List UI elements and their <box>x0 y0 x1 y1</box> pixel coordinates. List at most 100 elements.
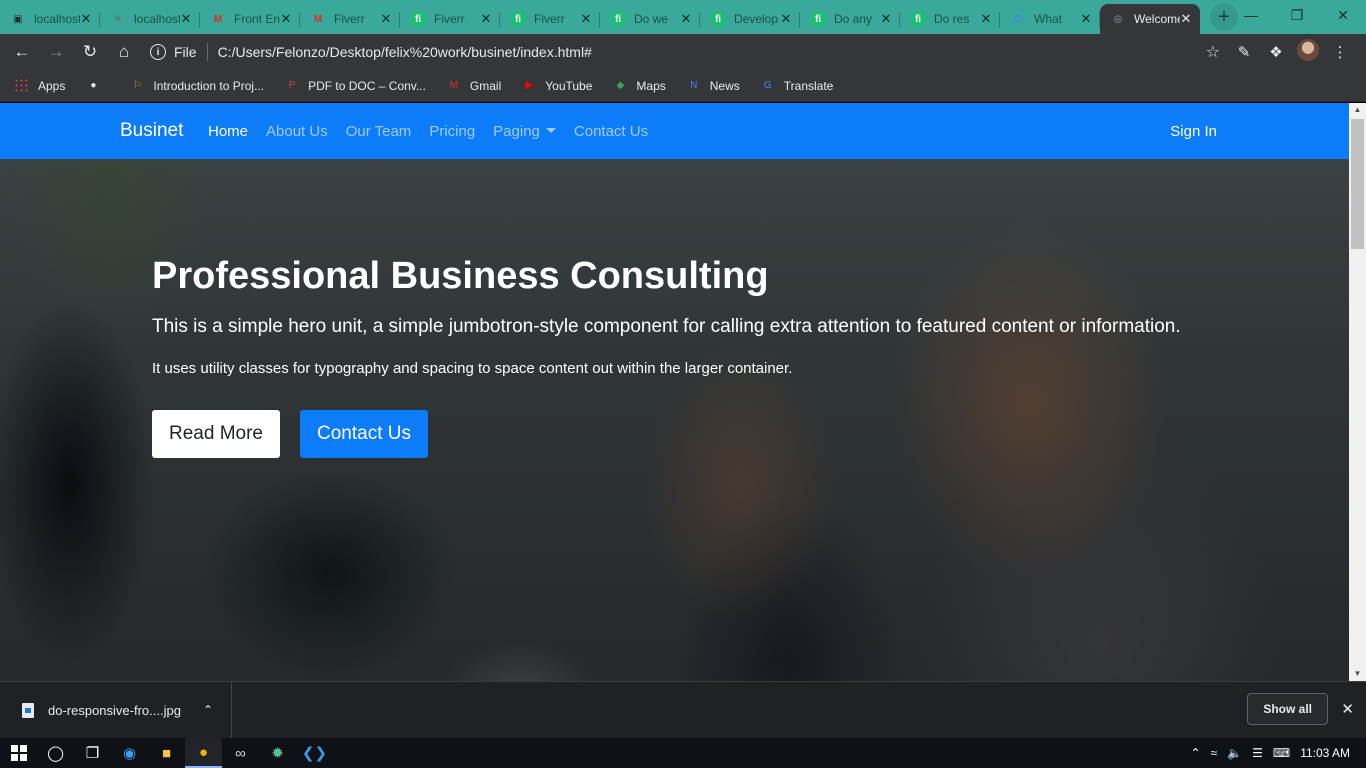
notification-icon[interactable]: ☰ <box>1252 746 1263 760</box>
menu-icon[interactable]: ⋮ <box>1324 43 1356 61</box>
restore-icon[interactable]: ❐ <box>1274 0 1320 30</box>
nav-paging[interactable]: Paging <box>493 123 556 140</box>
globe-icon: ◎ <box>1113 13 1123 25</box>
info-icon[interactable]: i <box>150 44 166 60</box>
bookmark-item[interactable]: P PDF to DOC – Conv... <box>284 78 426 94</box>
page-viewport: Businet Home About Us Our Team Pricing Pagin… <box>0 103 1349 681</box>
bookmark-item[interactable]: M Gmail <box>446 78 502 94</box>
pen-extension-icon[interactable]: ✎ <box>1228 43 1260 61</box>
gmail-icon: M <box>313 13 323 25</box>
close-tab-icon[interactable]: ✕ <box>80 11 92 27</box>
profile-avatar[interactable] <box>1292 39 1324 65</box>
tab-4[interactable]: fi Fiverr ✕ <box>400 4 500 34</box>
back-icon[interactable]: ← <box>6 36 38 68</box>
globe-icon: ● <box>90 80 97 91</box>
tab-11[interactable]: ◎ Welcome ✕ <box>1100 4 1200 34</box>
tab-6[interactable]: fi Do we ✕ <box>600 4 700 34</box>
sign-in-link[interactable]: Sign In <box>1170 123 1217 140</box>
close-tab-icon[interactable]: ✕ <box>980 11 992 27</box>
bookmark-label: Introduction to Proj... <box>153 78 265 93</box>
home-icon[interactable]: ⌂ <box>108 36 140 68</box>
close-tab-icon[interactable]: ✕ <box>1080 11 1092 27</box>
keyboard-icon[interactable]: ⌨ <box>1273 746 1290 760</box>
bookmark-label: YouTube <box>545 78 593 93</box>
vscode-icon[interactable]: ❮❯ <box>296 738 333 768</box>
download-item[interactable]: do-responsive-fro....jpg ⌃ <box>0 681 233 739</box>
task-view-icon[interactable]: ❐ <box>74 738 111 768</box>
xampp-icon[interactable]: ∞ <box>222 738 259 768</box>
scrollbar-thumb[interactable] <box>1351 119 1364 249</box>
close-tab-icon[interactable]: ✕ <box>380 11 392 27</box>
bookmark-item[interactable]: Apps <box>14 77 65 94</box>
bookmark-star-icon[interactable]: ☆ <box>1206 42 1220 62</box>
url-text[interactable]: C:/Users/Felonzo/Desktop/felix%20work/bu… <box>218 44 592 60</box>
youtube-icon: ▶ <box>525 80 534 91</box>
nav-contact-us[interactable]: Contact Us <box>574 123 648 140</box>
atom-icon[interactable]: ✹ <box>259 738 296 768</box>
bookmark-item[interactable]: ● <box>85 78 109 94</box>
close-tab-icon[interactable]: ✕ <box>580 11 592 27</box>
file-explorer-icon[interactable]: ■ <box>148 738 185 768</box>
wifi-icon[interactable]: ≈ <box>1211 746 1218 760</box>
close-tab-icon[interactable]: ✕ <box>480 11 492 27</box>
window-controls: — ❐ ✕ <box>1228 0 1366 30</box>
minimize-icon[interactable]: — <box>1228 0 1274 30</box>
cube-icon: ▣ <box>13 13 23 25</box>
extensions-icon[interactable]: ❖ <box>1260 43 1292 61</box>
close-tab-icon[interactable]: ✕ <box>280 11 292 27</box>
chevron-up-icon[interactable]: ⌃ <box>1190 746 1200 760</box>
page-scrollbar[interactable]: ▲ ▼ <box>1349 103 1366 681</box>
tab-7[interactable]: fi Develop ✕ <box>700 4 800 34</box>
close-tab-icon[interactable]: ✕ <box>880 11 892 27</box>
tab-title: Fiverr <box>534 12 565 26</box>
tab-9[interactable]: fi Do res ✕ <box>900 4 1000 34</box>
tab-1[interactable]: ✳ localhost ✕ <box>100 4 200 34</box>
scroll-up-icon[interactable]: ▲ <box>1349 103 1366 117</box>
contact-us-button[interactable]: Contact Us <box>300 410 428 458</box>
bookmark-item[interactable]: ▶ YouTube <box>521 78 592 94</box>
nav-pricing[interactable]: Pricing <box>429 123 475 140</box>
reload-icon[interactable]: ↻ <box>74 36 106 68</box>
tab-2[interactable]: M Front End✕ <box>200 4 300 34</box>
download-filename[interactable]: do-responsive-fro....jpg <box>48 703 181 718</box>
close-icon[interactable]: ✕ <box>1320 0 1366 30</box>
search-circle-icon[interactable]: ◯ <box>37 738 74 768</box>
clock[interactable]: 11:03 AM <box>1300 746 1350 760</box>
close-tab-icon[interactable]: ✕ <box>1180 11 1192 27</box>
tab-10[interactable]: G What ✕ <box>1000 4 1100 34</box>
chrome-icon[interactable]: ● <box>185 738 222 768</box>
hero-lead: This is a simple hero unit, a simple jum… <box>152 316 1181 337</box>
address-bar[interactable]: i File C:/Users/Felonzo/Desktop/felix%20… <box>140 38 1230 66</box>
bookmark-item[interactable]: G Translate <box>760 78 834 94</box>
image-file-icon <box>22 702 34 718</box>
nav-home[interactable]: Home <box>208 123 248 140</box>
tab-3[interactable]: M Fiverr ✕ <box>300 4 400 34</box>
tab-8[interactable]: fi Do any ✕ <box>800 4 900 34</box>
bookmark-item[interactable]: ◆ Maps <box>612 78 666 94</box>
close-tab-icon[interactable]: ✕ <box>680 11 692 27</box>
close-tab-icon[interactable]: ✕ <box>780 11 792 27</box>
read-more-button[interactable]: Read More <box>152 410 280 458</box>
brand-logo[interactable]: Businet <box>120 120 183 142</box>
bookmark-item[interactable]: ⚐ Introduction to Proj... <box>129 78 264 94</box>
close-tab-icon[interactable]: ✕ <box>180 11 192 27</box>
nav-about-us[interactable]: About Us <box>266 123 328 140</box>
tab-0[interactable]: ▣ localhost ✕ <box>0 4 100 34</box>
chevron-up-icon[interactable]: ⌃ <box>203 703 213 717</box>
windows-start-icon[interactable] <box>0 738 37 768</box>
forward-icon[interactable]: → <box>40 36 72 68</box>
show-all-button[interactable]: Show all <box>1247 693 1328 725</box>
edge-icon[interactable]: ◉ <box>111 738 148 768</box>
close-downloads-icon[interactable]: ✕ <box>1341 700 1354 718</box>
tab-strip: ▣localhost✕✳localhost✕MFront End✕MFiverr… <box>0 0 1366 34</box>
nav-our-team[interactable]: Our Team <box>346 123 412 140</box>
volume-icon[interactable]: 🔈 <box>1227 746 1242 760</box>
news-icon: N <box>690 80 698 91</box>
bookmark-label: Translate <box>783 78 834 93</box>
address-divider <box>206 43 208 61</box>
scroll-down-icon[interactable]: ▼ <box>1349 667 1366 681</box>
fiverr-icon: fi <box>610 11 626 27</box>
hero-subtext: It uses utility classes for typography a… <box>152 360 793 377</box>
tab-5[interactable]: fi Fiverr ✕ <box>500 4 600 34</box>
bookmark-item[interactable]: N News <box>686 78 740 94</box>
